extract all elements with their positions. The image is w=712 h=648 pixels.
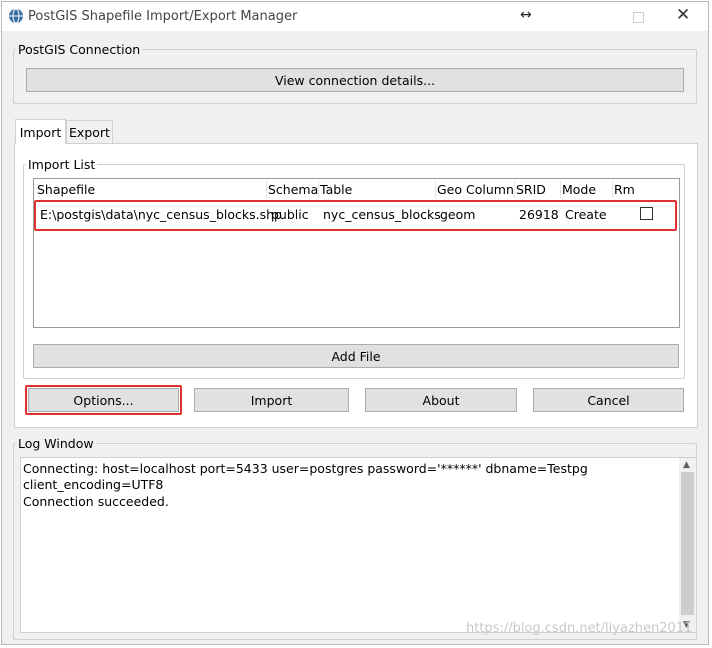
log-window-label: Log Window [18, 436, 94, 451]
title-bar: PostGIS Shapefile Import/Export Manager … [2, 2, 708, 31]
log-line: Connecting: host=localhost port=5433 use… [23, 461, 588, 476]
about-button[interactable]: About [365, 388, 517, 412]
postgis-connection-label: PostGIS Connection [18, 42, 141, 57]
log-line: client_encoding=UTF8 [23, 477, 164, 492]
column-header-table[interactable]: Table [320, 182, 352, 197]
import-button[interactable]: Import [194, 388, 349, 412]
log-line: Connection succeeded. [23, 494, 169, 509]
row-table[interactable]: nyc_census_blocks [323, 207, 441, 222]
scroll-thumb[interactable] [681, 472, 694, 615]
main-window: PostGIS Shapefile Import/Export Manager … [1, 1, 709, 645]
log-scrollbar[interactable]: ▲ ▼ [679, 458, 696, 632]
column-separator[interactable] [435, 180, 436, 198]
column-header-srid[interactable]: SRID [516, 182, 546, 197]
scroll-up-arrow-icon[interactable]: ▲ [683, 460, 690, 470]
window-title: PostGIS Shapefile Import/Export Manager [28, 9, 298, 24]
row-geo-column[interactable]: geom [440, 207, 475, 222]
tab-import[interactable]: Import [15, 119, 66, 144]
import-list-label: Import List [28, 157, 96, 172]
import-list-table[interactable]: Shapefile Schema Table Geo Column SRID M… [33, 178, 680, 328]
close-icon[interactable]: ✕ [676, 5, 690, 25]
tab-export[interactable]: Export [66, 120, 113, 143]
column-header-rm[interactable]: Rm [614, 182, 635, 197]
cancel-button[interactable]: Cancel [533, 388, 684, 412]
column-header-schema[interactable]: Schema [268, 182, 318, 197]
row-mode[interactable]: Create [565, 207, 607, 222]
view-connection-details-button[interactable]: View connection details... [26, 68, 684, 92]
column-header-shapefile[interactable]: Shapefile [37, 182, 95, 197]
watermark-text: https://blog.csdn.net/liyazhen2011 [466, 621, 693, 636]
column-separator[interactable] [514, 180, 515, 198]
row-schema[interactable]: public [271, 207, 309, 222]
row-srid[interactable]: 26918 [519, 207, 559, 222]
column-separator[interactable] [266, 180, 267, 198]
column-separator[interactable] [612, 180, 613, 198]
log-textarea[interactable]: Connecting: host=localhost port=5433 use… [20, 457, 697, 633]
row-shapefile-path[interactable]: E:\postgis\data\nyc_census_blocks.shp [40, 207, 282, 222]
resize-icon[interactable]: ↔ [520, 7, 532, 23]
column-header-geo-column[interactable]: Geo Column [437, 182, 514, 197]
maximize-icon[interactable] [633, 12, 644, 23]
add-file-button[interactable]: Add File [33, 344, 679, 368]
row-rm-checkbox[interactable] [640, 207, 653, 220]
column-separator[interactable] [560, 180, 561, 198]
column-separator[interactable] [318, 180, 319, 198]
postgis-app-icon [9, 8, 23, 24]
column-header-mode[interactable]: Mode [562, 182, 596, 197]
options-button[interactable]: Options... [28, 388, 179, 412]
